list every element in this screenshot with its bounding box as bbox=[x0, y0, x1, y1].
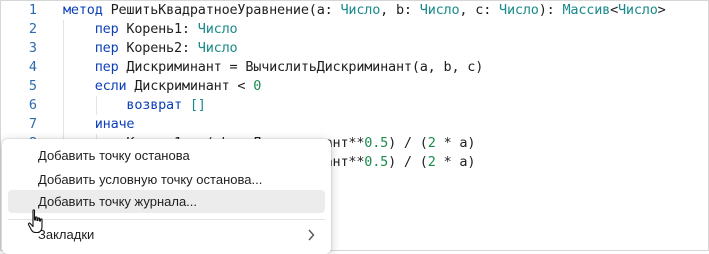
code-token: Дискриминант = ВычислитьДискриминант(a, … bbox=[126, 59, 484, 75]
code-token: метод bbox=[63, 2, 111, 18]
code-line[interactable]: 4 пер Дискриминант = ВычислитьДискримина… bbox=[1, 58, 708, 77]
menu-item-bookmarks[interactable]: Закладки bbox=[8, 223, 325, 246]
code-text: иначе bbox=[63, 115, 135, 134]
code-token: иначе bbox=[63, 116, 135, 132]
menu-item-add-logpoint[interactable]: Добавить точку журнала... bbox=[8, 190, 325, 213]
code-token: если bbox=[63, 78, 135, 94]
line-number[interactable]: 6 bbox=[1, 96, 37, 115]
code-token: 0 bbox=[253, 78, 262, 94]
line-number[interactable]: 2 bbox=[1, 20, 37, 39]
code-text: пер Корень2: Число bbox=[63, 39, 238, 58]
code-line[interactable]: 3 пер Корень2: Число bbox=[1, 39, 708, 58]
menu-item-add-breakpoint[interactable]: Добавить точку останова bbox=[8, 144, 325, 167]
code-line[interactable]: 5 если Дискриминант < 0 bbox=[1, 77, 708, 96]
code-token: Число bbox=[340, 2, 381, 18]
code-token: ) / ( bbox=[388, 135, 428, 151]
code-token: ) / ( bbox=[388, 154, 428, 170]
line-number[interactable]: 7 bbox=[1, 115, 37, 134]
code-line[interactable]: 6 возврат [] bbox=[1, 96, 708, 115]
code-text: метод РешитьКвадратноеУравнение(a: Число… bbox=[63, 1, 666, 20]
code-token: РешитьКвадратноеУравнение(a: bbox=[110, 2, 341, 18]
line-number[interactable]: 1 bbox=[1, 1, 37, 20]
code-token: Корень2: bbox=[126, 40, 198, 56]
hand-pointer-icon bbox=[27, 209, 43, 234]
code-text: если Дискриминант < 0 bbox=[63, 77, 262, 96]
menu-separator bbox=[8, 219, 325, 220]
code-token: , b: bbox=[380, 2, 420, 18]
line-number[interactable]: 5 bbox=[1, 77, 37, 96]
code-token: Массив bbox=[562, 2, 611, 18]
code-token: * a) bbox=[435, 135, 476, 151]
context-menu: Добавить точку останова Добавить условну… bbox=[2, 139, 331, 254]
code-token: [] bbox=[189, 97, 206, 113]
code-token: Число bbox=[197, 40, 238, 56]
code-token: Дискриминант < bbox=[134, 78, 254, 94]
code-token: возврат bbox=[63, 97, 190, 113]
code-token: пер bbox=[63, 59, 127, 75]
code-token: * a) bbox=[435, 154, 476, 170]
code-token: 2 bbox=[427, 135, 436, 151]
line-number[interactable]: 4 bbox=[1, 58, 37, 77]
code-token: Число bbox=[499, 2, 539, 18]
code-token: Число bbox=[197, 21, 238, 37]
line-number[interactable]: 3 bbox=[1, 39, 37, 58]
code-token: пер bbox=[63, 21, 127, 37]
code-line[interactable]: 2 пер Корень1: Число bbox=[1, 20, 708, 39]
code-line[interactable]: 1 метод РешитьКвадратноеУравнение(a: Числ… bbox=[1, 1, 708, 20]
code-token: Число bbox=[419, 2, 460, 18]
code-text: пер Корень1: Число bbox=[63, 20, 238, 39]
code-token: Корень1: bbox=[126, 21, 198, 37]
code-text: возврат [] bbox=[63, 96, 206, 115]
code-line[interactable]: 7 иначе bbox=[1, 115, 708, 134]
code-token: , c: bbox=[459, 2, 500, 18]
code-token: 0.5 bbox=[364, 135, 389, 151]
code-token: ): bbox=[538, 2, 563, 18]
code-token: 0.5 bbox=[364, 154, 389, 170]
chevron-right-icon bbox=[307, 223, 315, 248]
code-token: < bbox=[610, 2, 618, 18]
code-token: 2 bbox=[427, 154, 436, 170]
menu-item-add-conditional-breakpoint[interactable]: Добавить условную точку останова... bbox=[8, 168, 325, 191]
code-token: > bbox=[657, 2, 666, 18]
code-token: пер bbox=[63, 40, 127, 56]
code-text: пер Дискриминант = ВычислитьДискриминант… bbox=[63, 58, 484, 77]
code-token: Число bbox=[618, 2, 658, 18]
